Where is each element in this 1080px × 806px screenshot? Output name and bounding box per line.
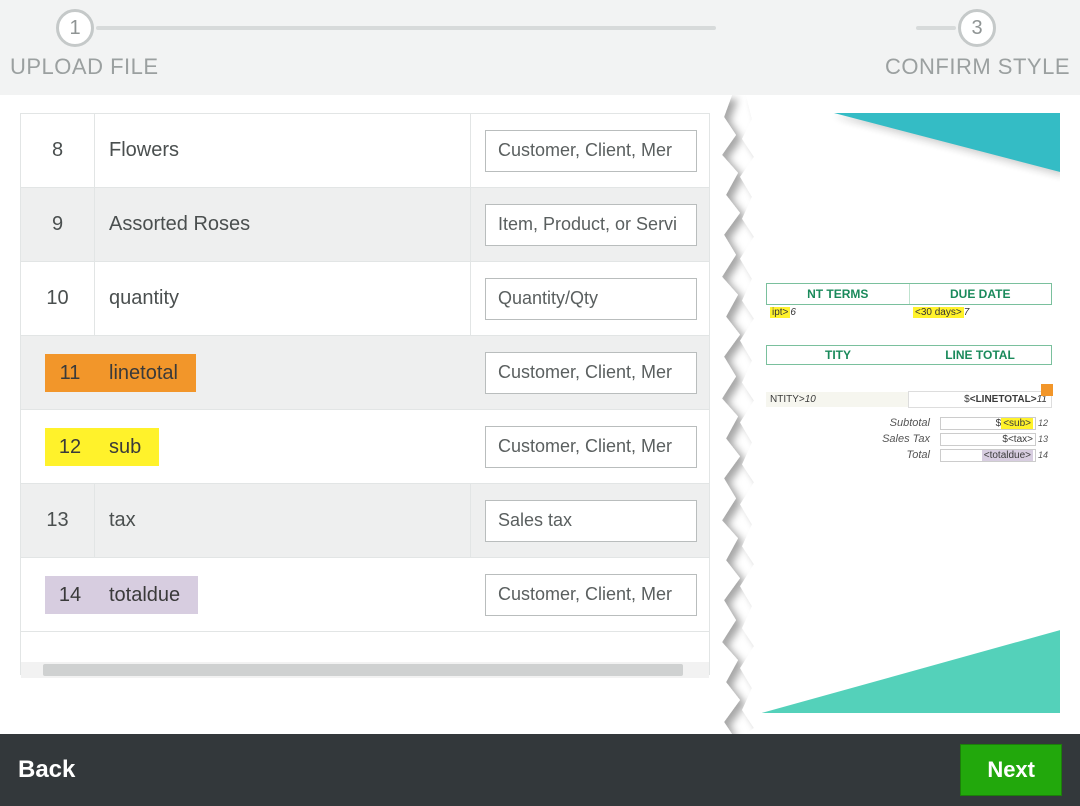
row-field-name: quantity (95, 262, 471, 335)
table-row: 10 quantity Quantity/Qty (21, 262, 709, 336)
bottom-bar: Back Next (0, 734, 1080, 806)
preview-summary-row: Sales Tax $<tax> 13 (766, 431, 1052, 447)
next-button[interactable]: Next (960, 744, 1062, 796)
preview-summary-label: Subtotal (766, 417, 940, 429)
preview-header-row: TITY LINE TOTAL (766, 345, 1052, 365)
preview-summary-idx: 12 (1036, 418, 1052, 428)
stepper: 1 3 UPLOAD FILE CONFIRM STYLE (0, 0, 1080, 95)
preview-summary-idx: 14 (1036, 450, 1052, 460)
row-select-cell: Customer, Client, Mer (471, 410, 709, 483)
preview-data-cell: NTITY>10 (766, 392, 908, 407)
highlight-lavender: 14 totaldue (45, 576, 198, 614)
row-number: 13 (21, 484, 95, 557)
preview-header-cell: NT TERMS (767, 284, 910, 304)
step-1-label: UPLOAD FILE (10, 54, 159, 80)
row-select-cell: Quantity/Qty (471, 262, 709, 335)
step-1-circle: 1 (56, 9, 94, 47)
preview-header-row: NT TERMS DUE DATE (766, 283, 1052, 305)
preview-summary-value: <totaldue> (940, 449, 1036, 462)
preview-summary-value: $<sub> (940, 417, 1036, 430)
row-select[interactable]: Customer, Client, Mer (485, 574, 697, 616)
row-select[interactable]: Quantity/Qty (485, 278, 697, 320)
preview-sub-row: ipt>6 <30 days>7 (766, 305, 1052, 323)
preview-data-cell: $<LINETOTAL>11 (908, 391, 1052, 408)
row-field-name: tax (95, 484, 471, 557)
horizontal-scrollbar[interactable] (21, 662, 709, 678)
highlight-orange: 11 linetotal (45, 354, 196, 392)
preview-summary-label: Total (766, 449, 940, 461)
mapping-table: 8 Flowers Customer, Client, Mer 9 Assort… (20, 113, 710, 675)
row-select[interactable]: Customer, Client, Mer (485, 352, 697, 394)
preview-tag-cell: ipt>6 (766, 305, 909, 323)
row-select[interactable]: Customer, Client, Mer (485, 130, 697, 172)
row-field-name: Flowers (95, 114, 471, 187)
preview-content: NT TERMS DUE DATE ipt>6 <30 days>7 TITY … (766, 283, 1052, 463)
row-select-cell: Item, Product, or Servi (471, 188, 709, 261)
orange-badge-icon (1041, 384, 1053, 396)
row-number: 9 (21, 188, 95, 261)
decor-triangle-bottom (726, 629, 1060, 713)
back-button[interactable]: Back (18, 756, 75, 784)
preview-header-cell: LINE TOTAL (909, 346, 1051, 364)
highlight-number: 11 (45, 362, 95, 385)
row-select-cell: Sales tax (471, 484, 709, 557)
table-row: 9 Assorted Roses Item, Product, or Servi (21, 188, 709, 262)
preview-summary: Subtotal $<sub> 12 Sales Tax $<tax> 13 T… (766, 415, 1052, 463)
preview-header-cell: DUE DATE (910, 284, 1052, 304)
highlight-name: linetotal (95, 362, 196, 385)
preview-header-cell: TITY (767, 346, 909, 364)
main-area: 8 Flowers Customer, Client, Mer 9 Assort… (0, 95, 1080, 734)
row-number: 8 (21, 114, 95, 187)
step-3-circle: 3 (958, 9, 996, 47)
table-row: 14 totaldue 14 totaldue Customer, Client… (21, 558, 709, 632)
row-number: 10 (21, 262, 95, 335)
highlight-number: 14 (45, 584, 95, 607)
table-row: 8 Flowers Customer, Client, Mer (21, 114, 709, 188)
preview-summary-label: Sales Tax (766, 433, 940, 445)
step-3-label: CONFIRM STYLE (885, 54, 1070, 80)
preview-summary-row: Subtotal $<sub> 12 (766, 415, 1052, 431)
step-line (96, 26, 716, 30)
table-row: 12 sub 12 sub Customer, Client, Mer (21, 410, 709, 484)
row-select[interactable]: Customer, Client, Mer (485, 426, 697, 468)
preview-summary-idx: 13 (1036, 434, 1052, 444)
row-select-cell: Customer, Client, Mer (471, 336, 709, 409)
preview-summary-row: Total <totaldue> 14 (766, 447, 1052, 463)
table-row: 13 tax Sales tax (21, 484, 709, 558)
table-row: 11 linetotal 11 linetotal Customer, Clie… (21, 336, 709, 410)
highlight-number: 12 (45, 436, 95, 459)
row-select-cell: Customer, Client, Mer (471, 558, 709, 631)
row-select[interactable]: Item, Product, or Servi (485, 204, 697, 246)
row-select[interactable]: Sales tax (485, 500, 697, 542)
step-line (916, 26, 956, 30)
scrollbar-thumb[interactable] (43, 664, 683, 676)
preview-tag-cell: <30 days>7 (909, 305, 1052, 323)
highlight-name: totaldue (95, 584, 198, 607)
decor-triangle-top (834, 113, 1060, 173)
row-select-cell: Customer, Client, Mer (471, 114, 709, 187)
highlight-name: sub (95, 436, 159, 459)
preview-summary-value: $<tax> (940, 433, 1036, 446)
row-field-name: Assorted Roses (95, 188, 471, 261)
preview-panel: NT TERMS DUE DATE ipt>6 <30 days>7 TITY … (726, 113, 1060, 713)
preview-data-row: NTITY>10 $<LINETOTAL>11 (766, 389, 1052, 409)
highlight-yellow: 12 sub (45, 428, 159, 466)
